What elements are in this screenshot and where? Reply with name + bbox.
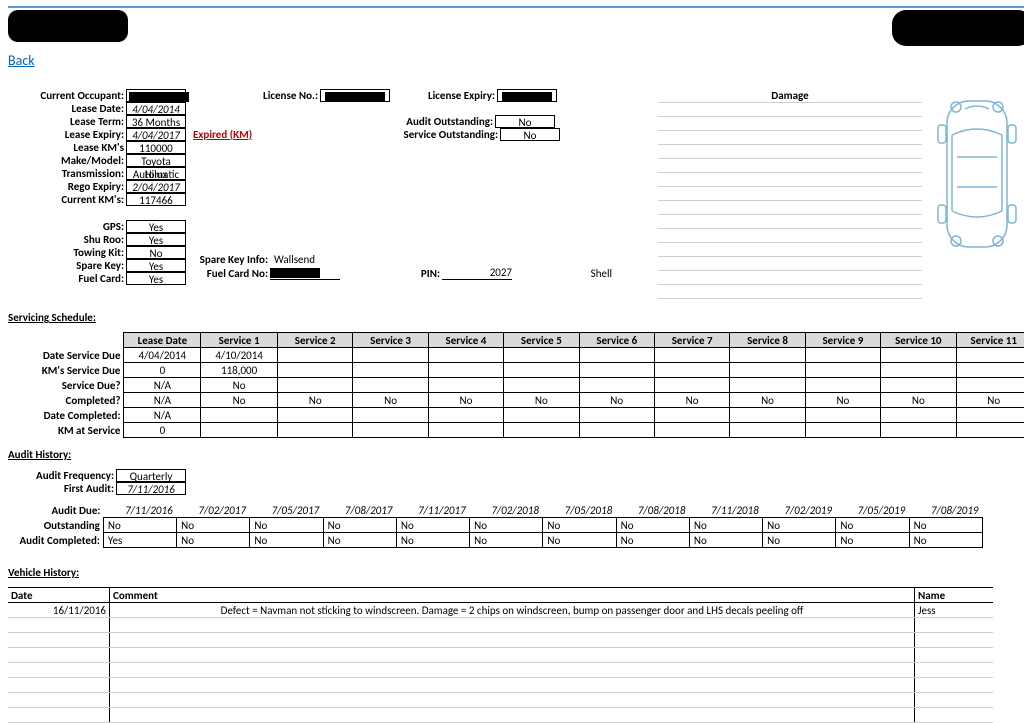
lbl-spare-key-info: Spare Key Info: xyxy=(188,253,270,266)
back-link[interactable]: Back xyxy=(8,52,35,69)
lbl-audit-freq: Audit Frequency: xyxy=(8,469,116,482)
lbl-current-occupant: Current Occupant: xyxy=(8,89,126,102)
lbl-shu-roo: Shu Roo: xyxy=(8,233,126,246)
val-lease-kms: 110000 xyxy=(126,141,186,154)
expired-note: Expired (KM) xyxy=(188,128,261,141)
val-rego-expiry: 2/04/2017 xyxy=(126,180,186,193)
val-lease-term: 36 Months xyxy=(126,115,186,128)
val-first-audit: 7/11/2016 xyxy=(116,482,186,495)
lbl-fuel-card: Fuel Card: xyxy=(8,272,126,285)
val-fuel-card: Yes xyxy=(126,272,186,285)
val-spare-key-info: Wallsend xyxy=(270,253,394,266)
val-audit-freq: Quarterly xyxy=(116,469,186,482)
heading-audit: Audit History: xyxy=(8,448,1024,461)
val-lease-date: 4/04/2014 xyxy=(126,102,186,115)
val-make-model: Toyota Hilux xyxy=(126,154,186,167)
lbl-audit-outstanding: Audit Outstanding: xyxy=(318,115,495,128)
lbl-make-model: Make/Model: xyxy=(8,154,126,167)
lbl-fuel-card-no: Fuel Card No: xyxy=(188,267,270,280)
lbl-pin: PIN: xyxy=(340,267,442,280)
val-transmission: Automatic xyxy=(126,167,186,180)
lbl-current-kms: Current KM's: xyxy=(8,193,126,206)
lbl-license-no: License No.: xyxy=(256,89,320,102)
header-redaction-left xyxy=(8,10,128,42)
val-fuel-card-no xyxy=(270,266,340,280)
vehicle-history-table: DateCommentName16/11/2016Defect = Navman… xyxy=(8,587,993,723)
val-audit-outstanding: No xyxy=(495,115,555,128)
val-spare-key: Yes xyxy=(126,259,186,272)
val-pin: 2027 xyxy=(442,266,512,280)
heading-damage: Damage xyxy=(658,89,922,102)
val-current-kms: 117466 xyxy=(126,193,186,206)
val-service-outstanding: No xyxy=(500,128,560,141)
val-fuel-provider: Shell xyxy=(512,267,612,280)
audit-table: Audit Due:7/11/20167/02/20177/05/20177/0… xyxy=(8,503,983,548)
val-license-expiry xyxy=(497,89,557,102)
lbl-lease-term: Lease Term: xyxy=(8,115,126,128)
val-current-occupant xyxy=(126,89,186,102)
val-license-no xyxy=(320,89,390,102)
lbl-spare-key: Spare Key: xyxy=(8,259,126,272)
servicing-table: Lease DateService 1Service 2Service 3Ser… xyxy=(8,332,1024,438)
lbl-license-expiry: License Expiry: xyxy=(390,89,497,102)
val-gps: Yes xyxy=(126,220,186,233)
val-shu-roo: Yes xyxy=(126,233,186,246)
lbl-lease-expiry: Lease Expiry: xyxy=(8,128,126,141)
val-lease-expiry: 4/04/2017 xyxy=(126,128,186,141)
lbl-lease-date: Lease Date: xyxy=(8,102,126,115)
lbl-transmission: Transmission: xyxy=(8,167,126,180)
header-redaction-right xyxy=(892,10,1024,46)
lbl-towing-kit: Towing Kit: xyxy=(8,246,126,259)
val-towing-kit: No xyxy=(126,246,186,259)
lbl-first-audit: First Audit: xyxy=(8,482,116,495)
lbl-rego-expiry: Rego Expiry: xyxy=(8,180,126,193)
lbl-gps: GPS: xyxy=(8,220,126,233)
heading-vehicle-history: Vehicle History: xyxy=(8,566,1024,579)
heading-servicing: Servicing Schedule: xyxy=(8,311,1024,324)
car-diagram xyxy=(922,89,1024,299)
lbl-service-outstanding: Service Outstanding: xyxy=(323,128,500,141)
lbl-lease-kms: Lease KM's xyxy=(8,141,126,154)
